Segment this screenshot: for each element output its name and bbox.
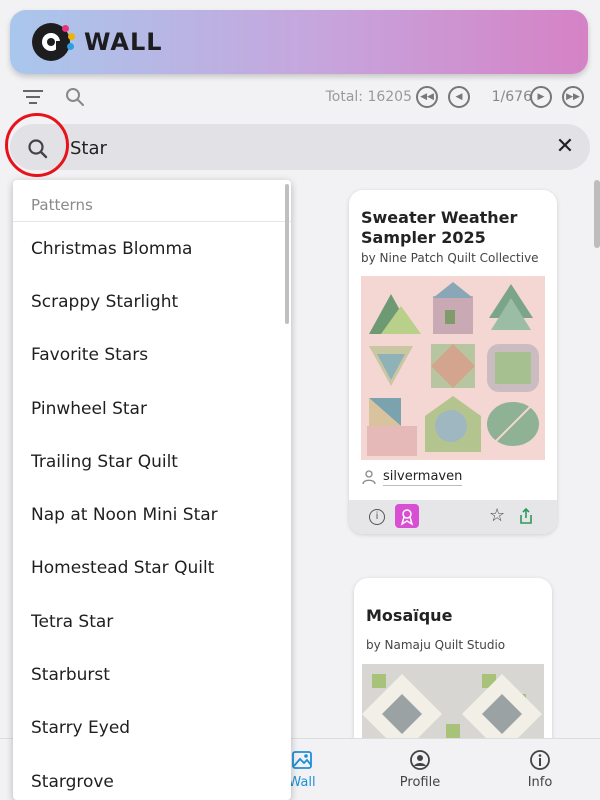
suggestion-item[interactable]: Homestead Star Quilt bbox=[13, 542, 291, 595]
pattern-card[interactable]: Sweater Weather Sampler 2025 by Nine Pat… bbox=[349, 190, 557, 534]
suggestions-scrollbar[interactable] bbox=[285, 184, 289, 324]
nav-profile-label: Profile bbox=[399, 775, 441, 790]
total-count: Total: 16205 bbox=[325, 89, 412, 105]
prev-page-icon[interactable]: ◀ bbox=[448, 86, 470, 108]
share-icon[interactable] bbox=[517, 507, 535, 529]
suggestion-item[interactable]: Favorite Stars bbox=[13, 329, 291, 382]
user-icon bbox=[362, 470, 376, 485]
nav-wall-label: Wall bbox=[288, 775, 316, 790]
image-icon bbox=[291, 749, 313, 771]
info-icon[interactable]: i bbox=[369, 509, 385, 525]
profile-icon bbox=[409, 749, 431, 771]
search-suggestions: Patterns Christmas Blomma Scrappy Starlig… bbox=[13, 180, 291, 800]
card-author: by Nine Patch Quilt Collective bbox=[361, 251, 539, 265]
card-title: Mosaïque bbox=[366, 606, 453, 625]
badge-icon[interactable] bbox=[395, 504, 419, 528]
suggestion-item[interactable]: Starburst bbox=[13, 648, 291, 701]
page-indicator: 1/676 bbox=[491, 89, 532, 105]
first-page-icon[interactable]: ◀◀ bbox=[416, 86, 438, 108]
last-page-icon[interactable]: ▶▶ bbox=[562, 86, 584, 108]
toolbar: Total: 16205 ◀◀ ◀ 1/676 ▶ ▶▶ bbox=[0, 80, 600, 116]
nav-profile[interactable]: Profile bbox=[380, 749, 460, 790]
page-scrollbar[interactable] bbox=[594, 180, 600, 248]
app-logo bbox=[32, 23, 75, 61]
filter-icon[interactable] bbox=[22, 87, 44, 107]
card-author: by Namaju Quilt Studio bbox=[366, 638, 506, 652]
suggestion-item[interactable]: Scrappy Starlight bbox=[13, 275, 291, 328]
next-page-icon[interactable]: ▶ bbox=[530, 86, 552, 108]
star-icon[interactable]: ☆ bbox=[489, 505, 505, 526]
app-header: WALL bbox=[10, 10, 588, 74]
info-icon bbox=[529, 749, 551, 771]
suggestions-header: Patterns bbox=[13, 180, 291, 222]
card-user[interactable]: silvermaven bbox=[361, 464, 545, 490]
suggestion-item[interactable]: Nap at Noon Mini Star bbox=[13, 488, 291, 541]
suggestion-item[interactable]: Pinwheel Star bbox=[13, 382, 291, 435]
close-icon[interactable]: ✕ bbox=[553, 135, 577, 159]
card-title: Sweater Weather Sampler 2025 bbox=[361, 208, 518, 247]
nav-info-label: Info bbox=[527, 775, 553, 790]
app-title: WALL bbox=[84, 28, 163, 56]
suggestion-item[interactable]: Stargrove bbox=[13, 755, 291, 800]
suggestion-item[interactable]: Christmas Blomma bbox=[13, 222, 291, 275]
nav-info[interactable]: Info bbox=[500, 749, 580, 790]
highlight-circle bbox=[5, 113, 69, 177]
suggestion-item[interactable]: Tetra Star bbox=[13, 595, 291, 648]
suggestion-item[interactable]: Starry Eyed bbox=[13, 702, 291, 755]
pattern-image[interactable] bbox=[361, 276, 545, 460]
search-input[interactable] bbox=[70, 134, 530, 162]
card-footer: i ☆ bbox=[349, 500, 557, 534]
card-username: silvermaven bbox=[383, 468, 463, 486]
suggestion-item[interactable]: Trailing Star Quilt bbox=[13, 435, 291, 488]
search-icon[interactable] bbox=[64, 86, 86, 108]
